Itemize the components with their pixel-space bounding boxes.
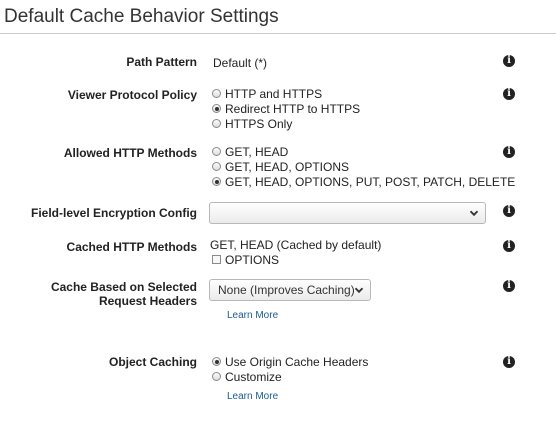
object-caching-option-customize[interactable]: Customize [212,369,282,384]
radio-button-selected[interactable] [212,177,221,186]
cache-headers-info-icon[interactable]: i [503,280,515,292]
allowed-methods-option-get-head-options[interactable]: GET, HEAD, OPTIONS [212,159,349,174]
allowed-methods-option-all[interactable]: GET, HEAD, OPTIONS, PUT, POST, PATCH, DE… [212,174,515,189]
radio-button[interactable] [212,372,221,381]
radio-label: GET, HEAD, OPTIONS, PUT, POST, PATCH, DE… [225,174,516,189]
radio-label: Customize [225,369,282,384]
viewer-protocol-option-https-only[interactable]: HTTPS Only [212,116,292,131]
radio-button-selected[interactable] [212,357,221,366]
radio-label: HTTPS Only [225,116,293,131]
cache-headers-label: Cache Based on Selected Request Headers [7,280,197,308]
cached-http-methods-value: GET, HEAD (Cached by default) [210,238,382,252]
object-caching-option-origin-headers[interactable]: Use Origin Cache Headers [212,354,368,369]
cache-headers-label-line2: Request Headers [98,294,197,308]
radio-label: Use Origin Cache Headers [225,354,369,369]
title-divider [0,33,556,34]
path-pattern-info-icon[interactable]: i [503,55,515,67]
radio-button[interactable] [212,119,221,128]
path-pattern-value: Default (*) [213,56,268,70]
object-caching-label: Object Caching [108,355,197,369]
field-level-encryption-info-icon[interactable]: i [503,205,515,217]
radio-label: HTTP and HTTPS [225,86,323,101]
radio-label: GET, HEAD [225,144,289,159]
viewer-protocol-option-redirect[interactable]: Redirect HTTP to HTTPS [212,101,360,116]
page-title: Default Cache Behavior Settings [4,6,279,27]
cached-methods-info-icon[interactable]: i [503,240,515,252]
radio-button[interactable] [212,147,221,156]
viewer-protocol-info-icon[interactable]: i [503,88,515,100]
cache-headers-select[interactable]: None (Improves Caching) [209,279,371,301]
cache-headers-label-line1: Cache Based on Selected [50,280,197,294]
radio-label: GET, HEAD, OPTIONS [225,159,350,174]
field-level-encryption-select[interactable] [209,202,486,224]
radio-button[interactable] [212,89,221,98]
select-value: None (Improves Caching) [218,283,355,297]
object-caching-learn-more-link[interactable]: Learn More [227,391,278,402]
checkbox-label: OPTIONS [225,252,280,267]
chevron-down-icon [469,210,479,217]
viewer-protocol-policy-label: Viewer Protocol Policy [67,88,197,102]
options-checkbox[interactable] [212,255,221,264]
object-caching-info-icon[interactable]: i [503,356,515,368]
viewer-protocol-option-http-and-https[interactable]: HTTP and HTTPS [212,86,322,101]
allowed-methods-info-icon[interactable]: i [503,146,515,158]
chevron-down-icon [354,287,364,294]
field-level-encryption-label: Field-level Encryption Config [30,206,197,220]
radio-button[interactable] [212,162,221,171]
allowed-methods-option-get-head[interactable]: GET, HEAD [212,144,288,159]
radio-label: Redirect HTTP to HTTPS [225,101,361,116]
path-pattern-label: Path Pattern [126,55,197,69]
cached-methods-options-checkbox-row[interactable]: OPTIONS [212,252,279,267]
cached-http-methods-label: Cached HTTP Methods [66,240,197,254]
radio-button-selected[interactable] [212,104,221,113]
cache-headers-learn-more-link[interactable]: Learn More [227,310,278,321]
allowed-http-methods-label: Allowed HTTP Methods [63,146,197,160]
